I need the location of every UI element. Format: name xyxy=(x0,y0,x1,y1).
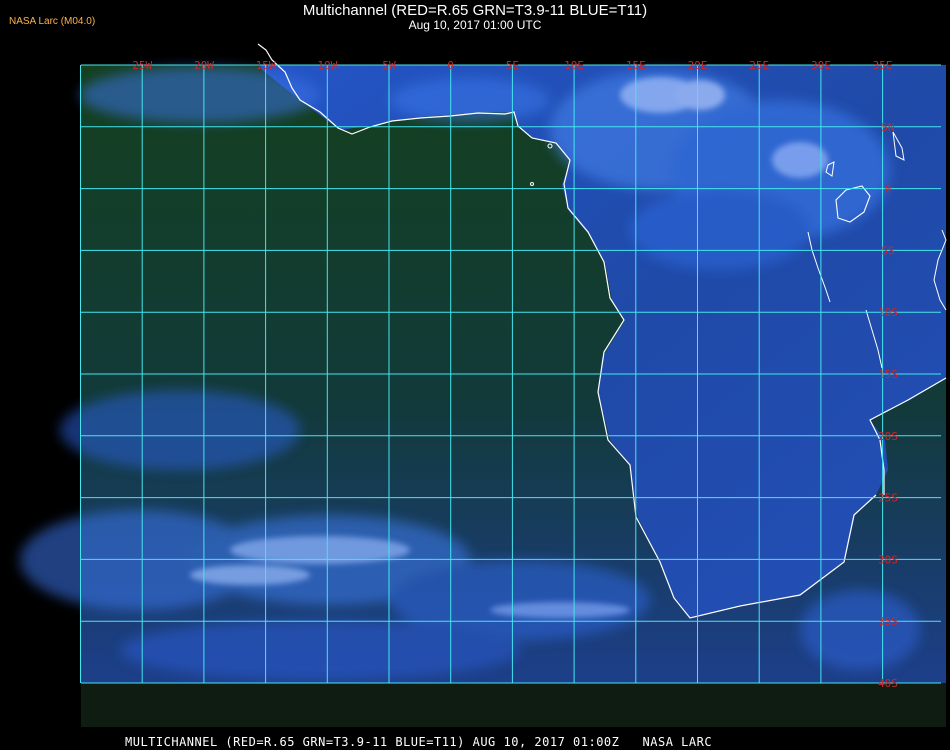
footer-caption: MULTICHANNEL (RED=R.65 GRN=T3.9-11 BLUE=… xyxy=(125,735,713,749)
longitude-label: 30E xyxy=(811,59,831,72)
satellite-map[interactable]: 25W 20W 15W 10W 5W 0 5E 10E 15E 20E 25E 30E 35E 5N 0 5… xyxy=(0,0,950,750)
longitude-label: 15W xyxy=(256,59,276,72)
latitude-label: 25S xyxy=(878,492,898,505)
longitude-label: 20E xyxy=(688,59,708,72)
longitude-label: 20W xyxy=(194,59,214,72)
longitude-label: 25E xyxy=(749,59,769,72)
longitude-label: 5E xyxy=(506,59,519,72)
longitude-label: 10E xyxy=(564,59,584,72)
latitude-label: 40S xyxy=(878,677,898,690)
latitude-label: 35S xyxy=(878,615,898,628)
latitude-label: 15S xyxy=(878,368,898,381)
longitude-label: 15E xyxy=(626,59,646,72)
latitude-label: 10S xyxy=(878,306,898,319)
latitude-label: 0 xyxy=(885,183,892,196)
latitude-label: 5N xyxy=(881,121,894,134)
latitude-label: 5S xyxy=(881,244,894,257)
longitude-label: 0 xyxy=(447,59,454,72)
latitude-label: 20S xyxy=(878,430,898,443)
longitude-label: 5W xyxy=(382,59,396,72)
longitude-label: 35E xyxy=(873,59,893,72)
latitude-label: 30S xyxy=(878,553,898,566)
longitude-label: 10W xyxy=(317,59,337,72)
longitude-label: 25W xyxy=(132,59,152,72)
